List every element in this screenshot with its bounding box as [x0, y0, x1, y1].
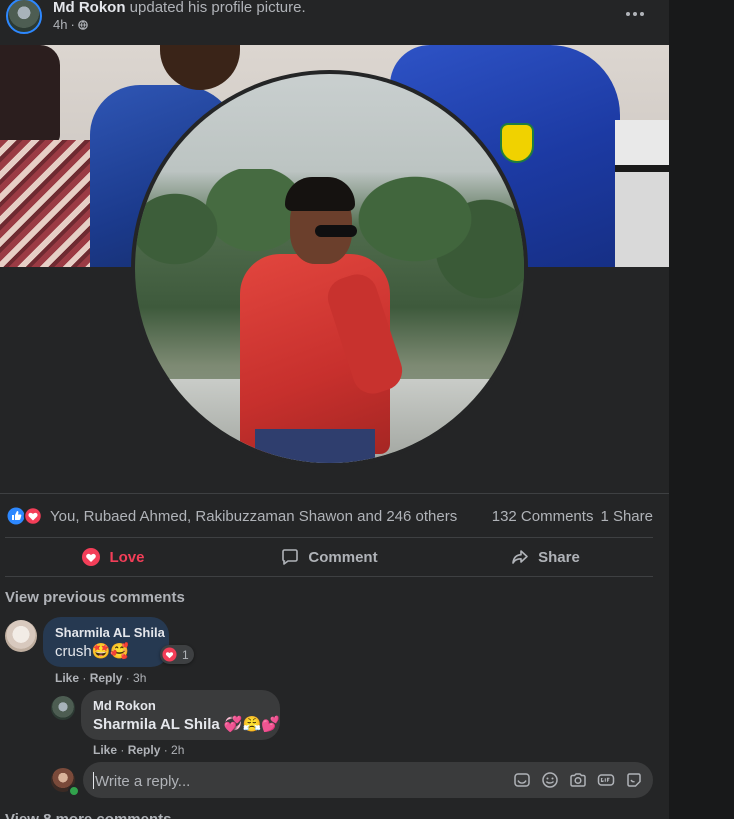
love-reaction-icon	[23, 507, 43, 525]
love-button[interactable]: Love	[5, 538, 221, 576]
post-action-text: updated his profile picture.	[129, 0, 306, 16]
post-header: Md Rokon updated his profile picture. 4h…	[0, 0, 669, 45]
like-reaction-icon	[7, 507, 25, 525]
post-time[interactable]: 4h	[53, 17, 67, 32]
share-button[interactable]: Share	[437, 538, 653, 576]
comment-icon	[282, 549, 299, 565]
shares-count[interactable]: 1 Share	[600, 508, 653, 525]
photo-person-hair	[285, 177, 355, 211]
comments-count[interactable]: 132 Comments	[492, 508, 594, 525]
comment-actions: Like · Reply · 3h	[55, 671, 147, 685]
comment-label: Comment	[308, 548, 378, 566]
post-actions: Love Comment Share	[5, 537, 653, 577]
cover-table	[615, 120, 669, 267]
profile-picture[interactable]	[135, 74, 524, 463]
online-status-dot	[68, 785, 80, 797]
love-label: Love	[109, 548, 145, 566]
reply-box[interactable]	[83, 762, 653, 800]
emoji-icon[interactable]	[541, 771, 559, 789]
reply-text: Sharmila AL Shila 💞😤💕	[93, 716, 280, 733]
post-card: Md Rokon updated his profile picture. 4h…	[0, 0, 669, 819]
reply-time[interactable]: 2h	[171, 743, 184, 757]
globe-icon	[78, 19, 88, 30]
share-label: Share	[538, 548, 580, 566]
comment-bubble: Sharmila AL Shila crush🤩🥰	[43, 617, 169, 667]
commenter-name[interactable]: Sharmila AL Shila	[55, 625, 165, 640]
reply-bubble: Md Rokon Sharmila AL Shila 💞😤💕	[81, 690, 280, 740]
reply-input[interactable]	[93, 762, 497, 800]
cover-face-left	[160, 45, 240, 90]
comment-reaction-badge[interactable]: 1	[160, 645, 194, 664]
cover-chair	[0, 45, 60, 145]
camera-icon[interactable]	[569, 771, 587, 789]
gif-icon[interactable]	[597, 771, 615, 789]
commenter-avatar[interactable]	[5, 620, 37, 652]
author-line: Md Rokon updated his profile picture.	[53, 0, 306, 16]
meta-separator: ·	[70, 17, 75, 32]
reply-tools	[513, 771, 643, 789]
view-more-comments[interactable]: View 8 more comments	[5, 811, 171, 819]
jersey-badge	[500, 123, 534, 163]
love-reaction-icon	[162, 647, 177, 662]
photo-person-jeans	[255, 429, 375, 463]
comment-text: crush🤩🥰	[55, 643, 130, 660]
post-counts: 132 Comments 1 Share	[492, 508, 653, 525]
comment-like-link[interactable]: Like	[55, 671, 79, 685]
post-meta: 4h ·	[53, 17, 88, 32]
author-name[interactable]: Md Rokon	[53, 0, 126, 16]
share-icon	[512, 550, 528, 564]
reply-author-avatar[interactable]	[51, 696, 75, 720]
photo-person-sunglasses	[315, 225, 357, 237]
reply-author-name[interactable]: Md Rokon	[93, 698, 268, 713]
reply-like-link[interactable]: Like	[93, 743, 117, 757]
comment-button[interactable]: Comment	[221, 538, 437, 576]
avatar-sticker-icon[interactable]	[625, 771, 643, 789]
comment-reply-link[interactable]: Reply	[90, 671, 123, 685]
more-options-icon[interactable]	[624, 7, 646, 21]
comment-reaction-count: 1	[182, 647, 189, 662]
author-avatar[interactable]	[6, 0, 42, 34]
reply-actions: Like · Reply · 2h	[93, 743, 185, 757]
reactions-summary-row: You, Rubaed Ahmed, Rakibuzzaman Shawon a…	[0, 493, 669, 537]
love-reaction-icon	[82, 548, 101, 566]
reaction-icons[interactable]	[7, 507, 45, 525]
view-previous-comments[interactable]: View previous comments	[5, 589, 185, 606]
reply-reply-link[interactable]: Reply	[128, 743, 161, 757]
comment-time[interactable]: 3h	[133, 671, 146, 685]
reactions-names[interactable]: You, Rubaed Ahmed, Rakibuzzaman Shawon a…	[50, 508, 457, 525]
sticker-icon[interactable]	[513, 771, 531, 789]
